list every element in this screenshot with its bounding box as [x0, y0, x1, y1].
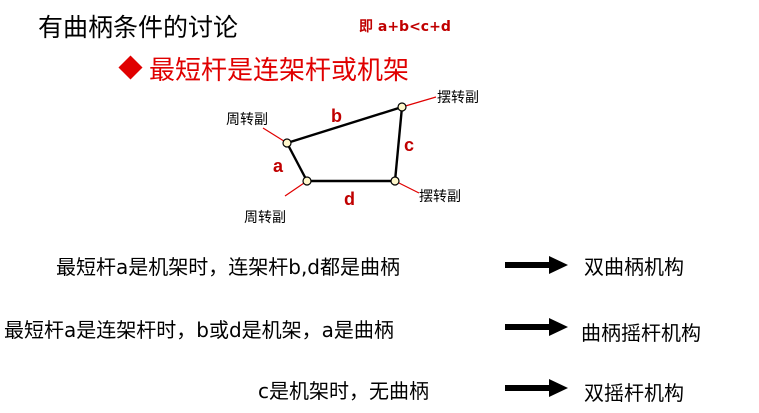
link-label-b: b	[331, 106, 342, 126]
joint-bottom-left	[302, 176, 312, 186]
joint-bottom-right	[390, 176, 400, 186]
link-a	[285, 142, 309, 182]
link-b	[286, 105, 403, 145]
link-label-c: c	[404, 135, 414, 155]
case-row-3-result: 双摇杆机构	[584, 381, 684, 405]
joint-top-left	[282, 138, 292, 148]
arrow-right-icon	[505, 318, 568, 336]
link-label-a: a	[273, 156, 284, 176]
case-row-3-text: c是机架时，无曲柄	[258, 379, 429, 403]
arrow-right-icon	[505, 256, 568, 274]
arrow-right-icon	[505, 379, 568, 397]
link-label-d: d	[344, 189, 355, 209]
case-row-2-result: 曲柄摇杆机构	[581, 321, 701, 345]
joint-label-top-right: 摆转副	[437, 90, 479, 106]
case-row-2-text: 最短杆a是连架杆时，b或d是机架，a是曲柄	[4, 318, 394, 342]
case-row-1-text: 最短杆a是机架时，连架杆b,d都是曲柄	[56, 255, 401, 279]
joint-top-right	[397, 102, 407, 112]
link-c	[393, 106, 404, 182]
joint-label-bottom-left: 周转副	[244, 210, 286, 226]
leader-line-top-right	[401, 96, 437, 108]
joint-label-top-left: 周转副	[226, 112, 268, 128]
case-row-1-result: 双曲柄机构	[584, 255, 684, 279]
joint-label-bottom-right: 摆转副	[419, 189, 461, 205]
four-bar-linkage-diagram: a b c d 周转副 周转副 摆转副 摆转副	[226, 90, 479, 226]
